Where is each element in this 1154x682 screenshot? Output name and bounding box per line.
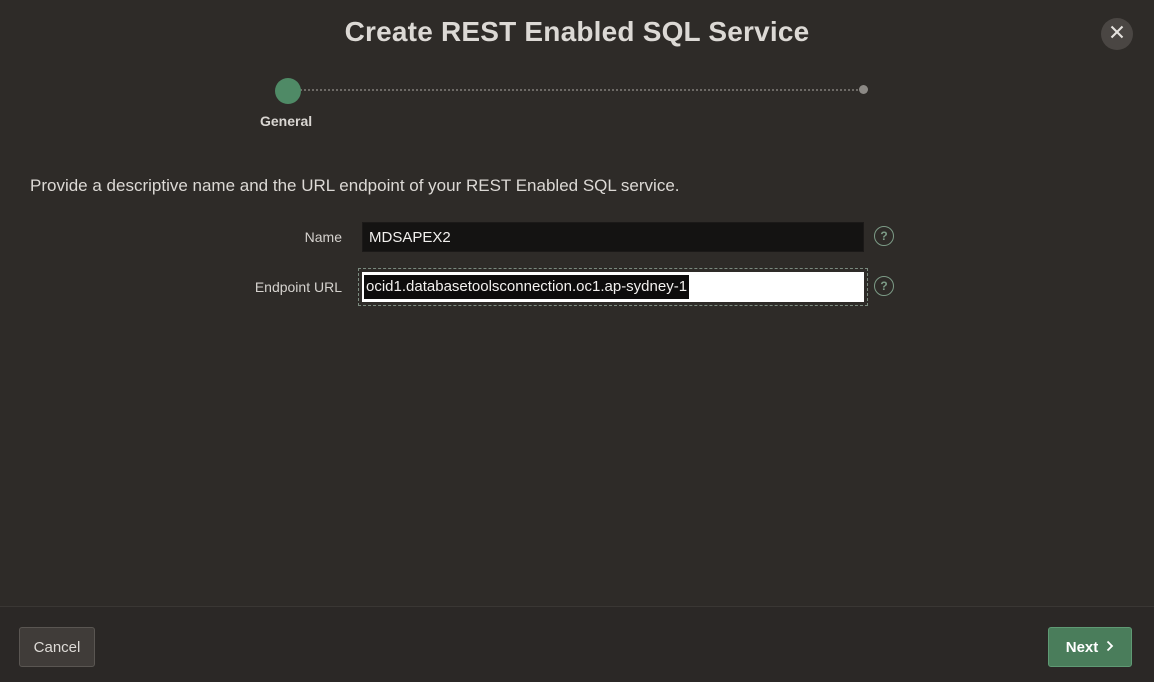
instructions-text: Provide a descriptive name and the URL e…	[30, 176, 680, 195]
name-label: Name	[304, 229, 342, 245]
endpoint-label: Endpoint URL	[254, 279, 342, 295]
wizard-step-final-marker	[859, 85, 868, 94]
cancel-button[interactable]: Cancel	[19, 627, 95, 667]
wizard-step-general-marker	[275, 78, 301, 104]
chevron-right-icon	[1106, 639, 1114, 656]
endpoint-url-selected-text: ocid1.databasetoolsconnection.oc1.ap-syd…	[364, 275, 690, 299]
close-icon	[1110, 25, 1124, 44]
name-row: Name ?	[0, 220, 1154, 256]
wizard-progress: General	[260, 76, 880, 136]
next-button[interactable]: Next	[1048, 627, 1132, 667]
endpoint-url-input[interactable]: ocid1.databasetoolsconnection.oc1.ap-syd…	[362, 272, 864, 302]
dialog-footer: Cancel Next	[0, 606, 1154, 682]
dialog-title: Create REST Enabled SQL Service	[344, 16, 810, 47]
endpoint-url-focus-ring: ocid1.databasetoolsconnection.oc1.ap-syd…	[358, 268, 868, 306]
help-icon[interactable]: ?	[874, 226, 894, 246]
wizard-step-general-label: General	[260, 113, 313, 129]
endpoint-row: Endpoint URL ocid1.databasetoolsconnecti…	[0, 268, 1154, 306]
name-input[interactable]	[362, 222, 864, 252]
help-icon[interactable]: ?	[874, 276, 894, 296]
create-rest-sql-dialog: Create REST Enabled SQL Service General …	[0, 0, 1154, 682]
wizard-track	[288, 89, 866, 91]
close-button[interactable]	[1101, 18, 1133, 50]
next-button-label: Next	[1065, 638, 1099, 656]
